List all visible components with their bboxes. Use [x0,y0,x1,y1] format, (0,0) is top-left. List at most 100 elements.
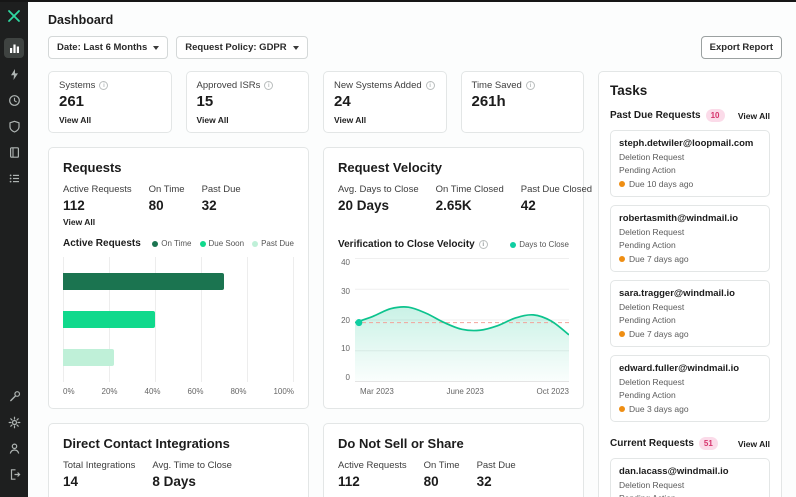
task-card[interactable]: steph.detwiler@loopmail.com Deletion Req… [610,130,770,197]
sidebar-item-privacy-shield[interactable] [4,116,24,136]
metric-value: 32 [201,198,217,213]
line-chart-legend: Days to Close [510,240,569,249]
view-all-link[interactable]: View All [63,217,294,227]
info-icon[interactable] [264,81,274,90]
sidebar-item-logout[interactable] [4,464,24,484]
user-icon [9,443,19,454]
metric-label: On Time [148,184,185,195]
page-title: Dashboard [48,13,114,27]
shield-icon [8,120,20,133]
stat-card-systems: Systems 261 View All [48,71,172,133]
info-icon[interactable] [425,81,435,90]
velocity-metrics: Avg. Days to Close 20 Days On Time Close… [338,184,592,213]
do-not-sell-or-share-card: Do Not Sell or Share Active Requests 112… [323,423,584,497]
tasks-title: Tasks [610,83,648,98]
due-text: Due 7 days ago [629,329,689,339]
app-logo[interactable] [7,9,21,23]
view-all-link[interactable]: View All [59,115,91,125]
line-chart-plot [355,258,569,382]
velocity-card-title: Request Velocity [338,160,443,175]
card-title: Direct Contact Integrations [63,436,230,451]
sidebar-item-settings[interactable] [4,412,24,432]
chevron-down-icon [153,45,160,50]
metric-avg-time-to-close: Avg. Time to Close 8 Days [152,460,232,489]
sidebar-item-history[interactable] [4,90,24,110]
line-chart-title: Verification to Close Velocity [338,239,488,250]
task-card[interactable]: dan.lacass@windmail.io Deletion Request … [610,458,770,497]
metric-value: 14 [63,474,79,489]
line-area-fill [355,306,569,381]
task-card[interactable]: edward.fuller@windmail.io Deletion Reque… [610,355,770,422]
view-all-link[interactable]: View All [197,115,229,125]
requests-card: Requests Active Requests 112 On Time 80 [48,147,309,409]
metric-past-due-closed: Past Due Closed 42 [521,184,592,213]
stat-label: Systems [59,80,161,91]
logout-icon [10,468,20,480]
list-icon [9,174,19,182]
y-tick: 40 [341,258,350,267]
metric-label: Avg. Days to Close [338,184,419,195]
content-area: Systems 261 View All Approved ISRs 15 Vi… [28,59,796,497]
date-filter-dropdown[interactable]: Date: Last 6 Months [48,36,169,59]
metric-active-requests: Active Requests 112 [63,184,132,213]
line-chart-title-text: Verification to Close Velocity [338,239,475,250]
bar-due-soon [63,310,155,328]
policy-filter-dropdown[interactable]: Request Policy: GDPR [176,36,308,59]
due-status-dot [619,406,625,412]
bolt-icon [10,68,18,80]
task-due: Due 7 days ago [619,254,761,264]
line-chart-area: 40 30 20 10 0 [338,258,569,382]
export-report-button[interactable]: Export Report [700,36,782,59]
sidebar-item-requests-list[interactable] [4,168,24,188]
metric-past-due: Past Due 32 [202,184,241,213]
view-all-link[interactable]: View All [334,115,366,125]
metric-label: Total Integrations [63,460,136,471]
logo-icon [8,10,20,22]
requests-metrics: Active Requests 112 On Time 80 Past Due … [63,184,294,213]
task-status: Pending Action [619,165,676,175]
info-icon[interactable] [525,81,535,90]
sidebar-item-data-inventory[interactable] [4,142,24,162]
due-status-dot [619,181,625,187]
task-card[interactable]: robertasmith@windmail.io Deletion Reques… [610,205,770,272]
metric-label: On Time [423,460,460,471]
bar-chart-title: Active Requests [63,238,141,249]
due-status-dot [619,331,625,337]
due-text: Due 10 days ago [629,179,694,189]
view-all-link[interactable]: View All [738,439,770,449]
tasks-panel: Tasks Past Due Requests 10 View All step… [598,71,782,497]
bar-chart-legend: On Time Due Soon Past Due [152,239,294,248]
metric-value: 80 [148,198,164,213]
line-chart-y-axis: 40 30 20 10 0 [338,258,355,382]
sidebar-item-analytics[interactable] [4,38,24,58]
y-tick: 20 [341,315,350,325]
sidebar-item-tools[interactable] [4,386,24,406]
legend-due-soon: Due Soon [199,239,245,248]
bar-row [63,273,293,291]
info-icon[interactable] [478,240,488,249]
direct-contact-integrations-card: Direct Contact Integrations Total Integr… [48,423,309,497]
task-status: Pending Action [619,390,676,400]
section-label: Current Requests [610,438,694,449]
task-card[interactable]: sara.tragger@windmail.io Deletion Reques… [610,280,770,347]
metric-value: 2.65K [435,198,472,213]
due-text: Due 3 days ago [629,404,689,414]
legend-label: Days to Close [519,240,569,249]
stat-label-text: Time Saved [471,80,522,91]
legend-label: Due Soon [208,239,245,248]
line-chart-x-axis: Mar 2023 June 2023 Oct 2023 [360,387,569,396]
info-icon[interactable] [99,81,109,90]
sidebar-item-automation[interactable] [4,64,24,84]
stat-value: 261h [471,93,506,110]
legend-label: Past Due [261,239,294,248]
task-type: Deletion Request [619,480,685,490]
metric-label: Active Requests [63,184,132,195]
sidebar [0,2,28,497]
y-tick: 30 [341,286,350,296]
view-all-link[interactable]: View All [738,111,770,121]
velocity-line-chart [355,258,569,381]
task-type: Deletion Request [619,377,685,387]
sidebar-item-account[interactable] [4,438,24,458]
stat-label-text: Systems [59,80,96,91]
task-email: edward.fuller@windmail.io [619,363,740,374]
